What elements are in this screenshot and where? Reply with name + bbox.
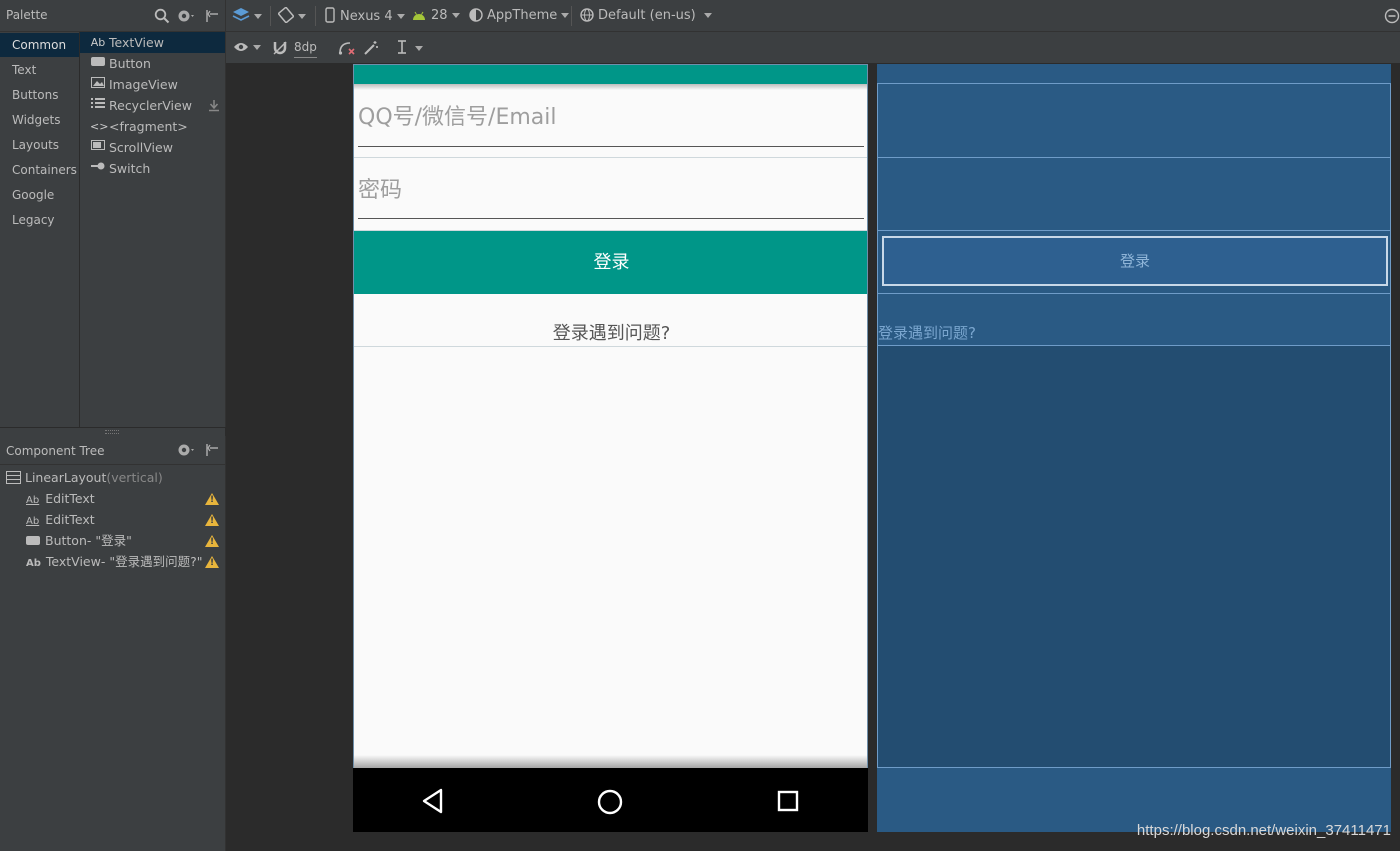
zoom-out-icon[interactable] bbox=[1384, 8, 1400, 24]
category-layouts[interactable]: Layouts bbox=[0, 133, 79, 157]
account-underline bbox=[358, 146, 864, 147]
blueprint-view: 登录 登录遇到问题? bbox=[877, 64, 1391, 832]
palette-item-switch[interactable]: Switch bbox=[80, 158, 225, 179]
search-icon[interactable] bbox=[154, 8, 170, 24]
theme-icon bbox=[469, 8, 483, 22]
category-widgets[interactable]: Widgets bbox=[0, 108, 79, 132]
palette-header: Palette bbox=[0, 0, 225, 32]
watermark: https://blog.csdn.net/weixin_37411471 bbox=[1136, 822, 1391, 839]
layout-toolbar: 8dp bbox=[226, 32, 1400, 64]
magic-wand-icon[interactable] bbox=[363, 40, 379, 56]
image-icon bbox=[90, 74, 106, 95]
orientation-dropdown[interactable] bbox=[277, 6, 306, 25]
device-dropdown[interactable]: Nexus 4 bbox=[325, 7, 405, 25]
blueprint-app-bar bbox=[877, 64, 1391, 83]
locale-dropdown[interactable]: Default (en-us) bbox=[580, 7, 712, 25]
tree-item-linearlayout[interactable]: LinearLayout(vertical) bbox=[6, 467, 163, 488]
textview-icon: Ab bbox=[90, 36, 106, 49]
password-underline bbox=[358, 218, 864, 219]
theme-dropdown[interactable]: AppTheme bbox=[469, 7, 570, 25]
nav-shadow bbox=[354, 755, 867, 769]
app-bar bbox=[354, 65, 867, 84]
eye-icon bbox=[234, 43, 248, 51]
hide-panel-icon[interactable] bbox=[204, 442, 220, 458]
category-legacy[interactable]: Legacy bbox=[0, 208, 79, 232]
grip-handle bbox=[105, 430, 119, 434]
text-cursor-icon bbox=[398, 40, 406, 54]
warning-icon[interactable] bbox=[205, 556, 219, 568]
back-icon[interactable] bbox=[421, 788, 445, 814]
edittext-icon: Ab bbox=[26, 495, 40, 506]
tree-item-edittext[interactable]: Ab EditText bbox=[26, 509, 95, 530]
textview-icon: Ab bbox=[26, 558, 41, 569]
recents-icon[interactable] bbox=[777, 790, 799, 812]
palette-item-button[interactable]: Button bbox=[80, 53, 225, 74]
app-bar-shadow bbox=[354, 84, 867, 90]
palette-item-recyclerview[interactable]: RecyclerView bbox=[80, 95, 225, 116]
login-button[interactable]: 登录 bbox=[354, 231, 867, 294]
component-tree-header: Component Tree bbox=[0, 436, 225, 465]
linear-layout-icon bbox=[6, 471, 21, 484]
category-buttons[interactable]: Buttons bbox=[0, 83, 79, 107]
design-surface-dropdown[interactable] bbox=[232, 7, 262, 25]
edittext-icon: Ab bbox=[26, 516, 40, 527]
palette-item-scrollview[interactable]: ScrollView bbox=[80, 137, 225, 158]
system-nav-bar bbox=[353, 768, 868, 832]
divider bbox=[354, 346, 867, 347]
button-icon bbox=[26, 536, 40, 545]
home-icon[interactable] bbox=[597, 789, 623, 815]
hide-panel-icon[interactable] bbox=[204, 8, 220, 24]
blueprint-trouble-link[interactable]: 登录遇到问题? bbox=[878, 322, 976, 343]
rotate-icon bbox=[277, 6, 295, 24]
api-level-dropdown[interactable]: 28 bbox=[412, 7, 460, 25]
category-common[interactable]: Common bbox=[0, 33, 79, 57]
palette-categories: Common Text Buttons Widgets Layouts Cont… bbox=[0, 32, 80, 427]
view-options-dropdown[interactable] bbox=[233, 39, 261, 57]
list-icon bbox=[90, 95, 106, 116]
clear-constraints-icon[interactable] bbox=[338, 40, 356, 56]
category-google[interactable]: Google bbox=[0, 183, 79, 207]
password-input[interactable]: 密码 bbox=[358, 172, 402, 204]
layers-icon bbox=[232, 8, 250, 21]
button-icon bbox=[90, 53, 106, 74]
palette-panel: Palette Common Text Buttons Widgets Layo… bbox=[0, 0, 226, 427]
guidelines-dropdown[interactable] bbox=[397, 39, 423, 57]
tree-item-textview[interactable]: Ab TextView- "登录遇到问题?" bbox=[26, 551, 202, 572]
component-tree-panel: Component Tree LinearLayout(vertical) Ab… bbox=[0, 436, 226, 851]
warning-icon[interactable] bbox=[205, 514, 219, 526]
palette-item-imageview[interactable]: ImageView bbox=[80, 74, 225, 95]
divider bbox=[354, 157, 867, 158]
blueprint-account-input[interactable] bbox=[878, 84, 1390, 158]
account-input[interactable]: QQ号/微信号/Email bbox=[358, 99, 557, 131]
trouble-login-link[interactable]: 登录遇到问题? bbox=[354, 319, 867, 345]
magnet-icon[interactable] bbox=[272, 40, 288, 56]
scroll-icon bbox=[90, 137, 106, 158]
phone-icon bbox=[325, 7, 335, 23]
warning-icon[interactable] bbox=[205, 535, 219, 547]
design-toolbar: Nexus 4 28 AppTheme Default (en-us) bbox=[226, 0, 1400, 32]
palette-item-textview[interactable]: Ab TextView bbox=[80, 32, 225, 53]
gear-icon[interactable] bbox=[177, 442, 197, 458]
blueprint-password-input[interactable] bbox=[878, 158, 1390, 231]
design-preview: QQ号/微信号/Email 密码 登录 登录遇到问题? bbox=[353, 64, 868, 832]
palette-title: Palette bbox=[6, 8, 48, 22]
palette-item-fragment[interactable]: <> <fragment> bbox=[80, 116, 225, 137]
category-text[interactable]: Text bbox=[0, 58, 79, 82]
android-icon bbox=[413, 11, 425, 20]
category-containers[interactable]: Containers bbox=[0, 158, 79, 182]
component-tree-title: Component Tree bbox=[6, 444, 105, 458]
tree-item-button[interactable]: Button- "登录" bbox=[26, 530, 132, 551]
gear-icon[interactable] bbox=[177, 8, 197, 24]
download-icon[interactable] bbox=[208, 99, 220, 112]
blueprint-login-button[interactable]: 登录 bbox=[882, 236, 1388, 286]
code-icon: <> bbox=[90, 120, 109, 133]
warning-icon[interactable] bbox=[205, 493, 219, 505]
globe-icon bbox=[580, 8, 594, 22]
default-margins-field[interactable]: 8dp bbox=[294, 39, 317, 58]
switch-icon bbox=[90, 158, 106, 179]
tree-item-edittext[interactable]: Ab EditText bbox=[26, 488, 95, 509]
